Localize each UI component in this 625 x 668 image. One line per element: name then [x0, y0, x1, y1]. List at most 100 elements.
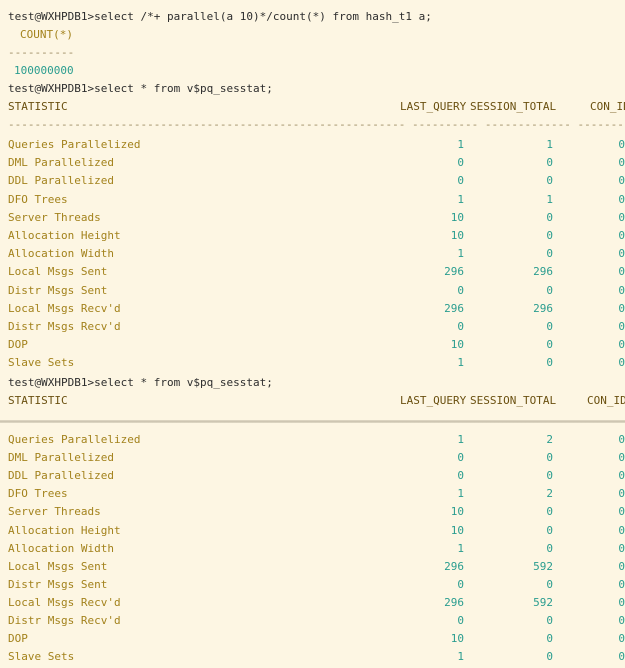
stat-session-total: 592	[533, 595, 553, 609]
stat-con-id: 0	[618, 229, 625, 242]
stat-session-total: 296	[533, 265, 553, 279]
screenshot-splice-divider	[0, 420, 625, 423]
header-con-id: CON_ID	[590, 100, 625, 113]
stat-con-id: 0	[618, 614, 625, 627]
stat-session-total: 0	[546, 229, 553, 242]
stat-last-query: 0	[457, 283, 464, 297]
stat-session-total: 0	[546, 156, 553, 170]
header-session-total: SESSION_TOTAL	[470, 100, 557, 113]
stat-name: Distr Msgs Recv'd	[8, 320, 121, 333]
stat-session-total: 1	[546, 138, 553, 151]
stat-session-total: 0	[546, 469, 553, 483]
stat-last-query: 10	[450, 338, 464, 352]
stat-con-id: 0	[618, 595, 625, 609]
dash-separator: ----------	[8, 46, 75, 59]
stat-last-query: 0	[457, 451, 464, 465]
stat-last-query: 10	[450, 505, 464, 519]
stat-name: Allocation Height	[8, 229, 121, 242]
stat-session-total: 0	[546, 523, 553, 537]
header-statistic: STATISTIC	[8, 100, 68, 113]
stat-last-query: 10	[450, 632, 464, 646]
header-statistic-2: STATISTIC	[8, 394, 68, 407]
stat-name: DFO Trees	[8, 192, 68, 206]
stat-last-query: 296	[444, 265, 464, 279]
stat-last-query: 10	[450, 523, 464, 537]
stat-con-id: 0	[618, 469, 625, 483]
stat-last-query: 1	[457, 356, 464, 370]
stat-session-total: 0	[546, 650, 553, 664]
stat-con-id: 0	[618, 338, 625, 352]
stat-last-query: 0	[457, 156, 464, 170]
stat-con-id: 0	[618, 541, 625, 555]
header-con-id-2: CON_ID	[587, 394, 625, 407]
stat-name: Allocation Width	[8, 247, 114, 261]
stat-last-query: 1	[457, 433, 464, 446]
stat-con-id: 0	[618, 210, 625, 224]
stat-session-total: 0	[546, 356, 553, 370]
stat-session-total: 0	[546, 247, 553, 261]
command-line-2: test@WXHPDB1>select * from v$pq_sesstat;	[8, 82, 273, 95]
stat-session-total: 0	[546, 577, 553, 591]
stat-last-query: 296	[444, 595, 464, 609]
stat-con-id: 0	[618, 632, 625, 646]
header-session-total-2: SESSION_TOTAL	[470, 394, 557, 407]
stat-session-total: 592	[533, 559, 553, 573]
stat-name: Local Msgs Recv'd	[8, 595, 121, 609]
stat-name: DOP	[8, 338, 28, 352]
stat-session-total: 1	[546, 192, 553, 206]
column-header-count: COUNT(*)	[20, 28, 73, 41]
stat-session-total: 0	[546, 505, 553, 519]
header-last-query-2: LAST_QUERY	[400, 394, 467, 407]
stat-session-total: 2	[546, 487, 553, 501]
stat-name: Queries Parallelized	[8, 138, 141, 151]
command-line-1: test@WXHPDB1>select /*+ parallel(a 10)*/…	[8, 10, 432, 23]
stat-session-total: 296	[533, 301, 553, 315]
header-last-query: LAST_QUERY	[400, 100, 467, 113]
count-value: 100000000	[14, 64, 74, 77]
stat-session-total: 0	[546, 174, 553, 188]
stat-con-id: 0	[618, 487, 625, 501]
stat-name: Local Msgs Recv'd	[8, 301, 121, 315]
stat-last-query: 0	[457, 614, 464, 627]
stat-con-id: 0	[618, 283, 625, 297]
stat-name: Local Msgs Sent	[8, 559, 108, 573]
stat-con-id: 0	[618, 247, 625, 261]
stat-last-query: 1	[457, 541, 464, 555]
stat-session-total: 2	[546, 433, 553, 446]
stat-name: DFO Trees	[8, 487, 68, 501]
stat-last-query: 0	[457, 174, 464, 188]
stat-last-query: 296	[444, 301, 464, 315]
stat-con-id: 0	[618, 356, 625, 370]
terminal-output: test@WXHPDB1>select /*+ parallel(a 10)*/…	[0, 0, 625, 668]
stat-con-id: 0	[618, 156, 625, 170]
stat-session-total: 0	[546, 541, 553, 555]
stat-last-query: 1	[457, 650, 464, 664]
stat-con-id: 0	[618, 320, 625, 333]
stat-name: Local Msgs Sent	[8, 265, 108, 279]
stat-name: Distr Msgs Sent	[8, 283, 108, 297]
stat-last-query: 10	[450, 229, 464, 242]
stat-name: Distr Msgs Sent	[8, 577, 108, 591]
stat-last-query: 0	[457, 320, 464, 333]
stat-name: Slave Sets	[8, 650, 75, 664]
stat-name: Server Threads	[8, 210, 101, 224]
stat-name: Distr Msgs Recv'd	[8, 614, 121, 627]
stat-name: Server Threads	[8, 505, 101, 519]
dash-separator-table: ----------------------------------------…	[8, 118, 625, 131]
stat-con-id: 0	[618, 559, 625, 573]
stat-last-query: 10	[450, 210, 464, 224]
stat-name: Allocation Height	[8, 523, 121, 537]
stat-session-total: 0	[546, 614, 553, 627]
stat-con-id: 0	[618, 192, 625, 206]
stat-con-id: 0	[618, 577, 625, 591]
stat-last-query: 1	[457, 192, 464, 206]
stat-con-id: 0	[618, 523, 625, 537]
stat-con-id: 0	[618, 301, 625, 315]
stat-last-query: 0	[457, 577, 464, 591]
stat-name: DML Parallelized	[8, 451, 114, 465]
stat-name: DML Parallelized	[8, 156, 114, 170]
stat-con-id: 0	[618, 505, 625, 519]
stat-last-query: 0	[457, 469, 464, 483]
stat-name: DDL Parallelized	[8, 469, 114, 483]
stat-session-total: 0	[546, 283, 553, 297]
